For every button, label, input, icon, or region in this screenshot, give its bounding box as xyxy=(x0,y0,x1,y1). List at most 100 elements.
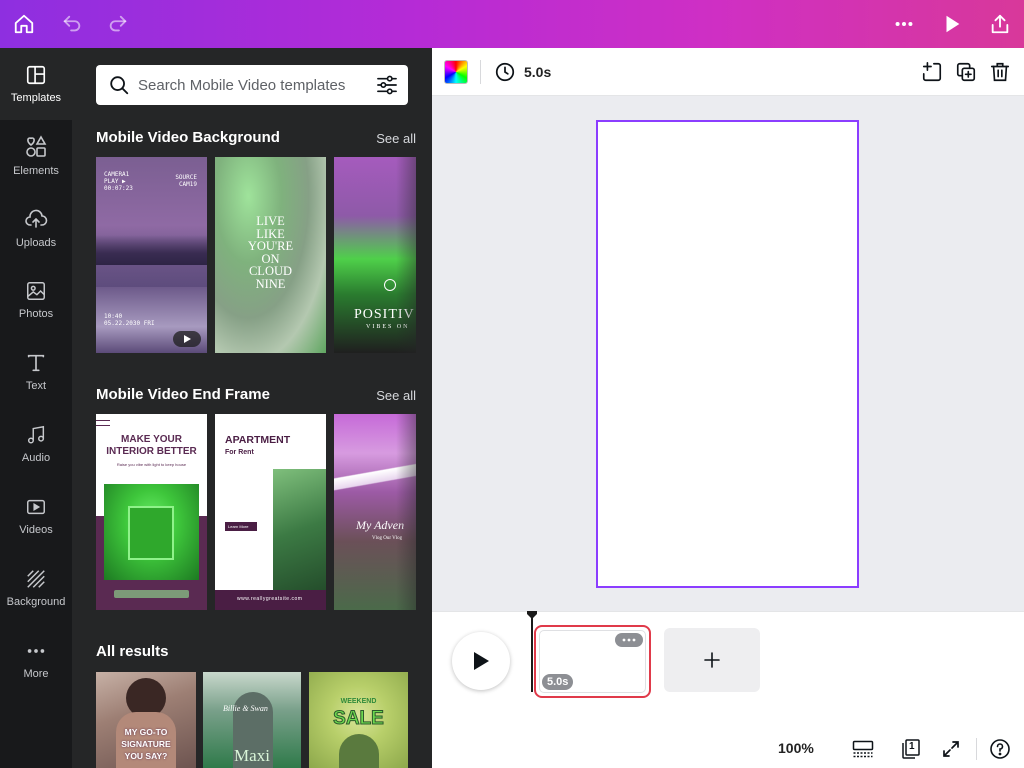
editor-toolbar: 5.0s xyxy=(432,48,1024,96)
rail-item-more[interactable]: More xyxy=(0,624,72,696)
see-all-end-frame-link[interactable]: See all xyxy=(376,388,416,403)
rail-item-templates[interactable]: Templates xyxy=(0,48,72,120)
duration-label: 5.0s xyxy=(524,64,552,80)
videos-icon xyxy=(27,499,45,515)
playhead[interactable] xyxy=(531,614,533,692)
rail-item-background[interactable]: Background xyxy=(0,552,72,624)
add-page-icon xyxy=(922,62,942,82)
wave-decor xyxy=(96,420,110,426)
more-icon xyxy=(27,649,45,653)
delete-page-button[interactable] xyxy=(986,58,1014,86)
present-button[interactable] xyxy=(932,4,972,44)
row-next-button[interactable] xyxy=(414,492,416,532)
fullscreen-button[interactable] xyxy=(938,736,964,762)
redo-icon xyxy=(109,15,127,32)
row-fade xyxy=(396,414,416,612)
section-title-end-frame: Mobile Video End Frame xyxy=(96,386,270,403)
template-row-background: CAMERA1 PLAY ▶ 00:07:23 SOURCE CAM19 10:… xyxy=(96,157,416,355)
rail-label: Videos xyxy=(19,524,53,536)
thumb-footer: www.reallygreatsite.com xyxy=(215,590,326,610)
result-thumb[interactable]: WEEKEND SALE xyxy=(309,672,408,768)
more-icon xyxy=(895,21,913,27)
add-clip-button[interactable] xyxy=(664,628,760,692)
thumb-caption: Raise you vibe with light to keep house xyxy=(116,462,187,467)
background-icon xyxy=(27,570,45,588)
elements-icon xyxy=(26,135,47,157)
template-thumb[interactable]: CAMERA1 PLAY ▶ 00:07:23 SOURCE CAM19 10:… xyxy=(96,157,207,353)
timeline-view-icon xyxy=(852,740,874,758)
duplicate-page-button[interactable] xyxy=(952,58,980,86)
rail-item-audio[interactable]: Audio xyxy=(0,408,72,480)
rail-label: Audio xyxy=(21,452,51,464)
result-thumb[interactable]: Billie & Swan Maxi xyxy=(203,672,301,768)
timeline-view-button[interactable] xyxy=(850,736,876,762)
template-thumb[interactable]: APARTMENT For Rent Learn More www.really… xyxy=(215,414,326,610)
thumb-caption: APARTMENT xyxy=(225,434,291,446)
uploads-icon xyxy=(25,209,48,228)
page-count-button[interactable]: 1 xyxy=(897,736,923,762)
plus-icon xyxy=(704,652,720,668)
person-shape xyxy=(339,734,379,768)
thumb-caption: Maxi xyxy=(234,746,270,765)
rail-label: Uploads xyxy=(15,237,57,249)
thumb-caption: www.reallygreatsite.com xyxy=(237,596,303,602)
undo-icon xyxy=(63,15,81,32)
play-button[interactable] xyxy=(452,632,510,690)
share-button[interactable] xyxy=(980,4,1020,44)
add-page-button[interactable] xyxy=(918,58,946,86)
rail-item-elements[interactable]: Elements xyxy=(0,120,72,192)
template-thumb[interactable]: LIVE LIKE YOU'RE ON CLOUD NINE xyxy=(215,157,326,353)
rail-label: Templates xyxy=(10,92,62,104)
zoom-level[interactable]: 100% xyxy=(778,740,814,756)
home-button[interactable] xyxy=(4,4,44,44)
thumb-caption: CAMERA1 PLAY ▶ 00:07:23 xyxy=(104,171,133,192)
search-input[interactable] xyxy=(138,73,366,97)
clip-duration-badge: 5.0s xyxy=(542,674,574,690)
duplicate-icon xyxy=(956,62,976,82)
thumb-caption: SALE xyxy=(333,708,385,730)
filter-icon[interactable] xyxy=(376,75,398,95)
thumb-caption: Learn More xyxy=(228,524,249,529)
thumb-button-shape xyxy=(114,590,189,598)
thumb-button-shape: Learn More xyxy=(225,522,257,531)
thumb-caption: 10:40 05.22.2030 FRI xyxy=(104,313,155,327)
play-icon xyxy=(184,335,191,343)
redo-button[interactable] xyxy=(98,4,138,44)
more-options-button[interactable] xyxy=(884,4,924,44)
trash-icon xyxy=(990,62,1010,82)
rail-item-videos[interactable]: Videos xyxy=(0,480,72,552)
row-next-button[interactable] xyxy=(414,235,416,275)
toolbar-divider xyxy=(480,60,481,84)
timeline-clip[interactable]: 5.0s xyxy=(534,625,651,698)
text-icon xyxy=(27,354,45,372)
thumb-caption: MAKE YOUR INTERIOR BETTER xyxy=(106,434,197,457)
thumb-caption: WEEKEND xyxy=(340,698,377,705)
see-all-background-link[interactable]: See all xyxy=(376,131,416,146)
timeline: 5.0s 100% 1 xyxy=(432,611,1024,768)
rail-item-text[interactable]: Text xyxy=(0,336,72,408)
section-title-background: Mobile Video Background xyxy=(96,129,280,146)
clip-more-button[interactable] xyxy=(615,633,643,647)
thumb-caption: MY GO-TO SIGNATURE YOU SAY? xyxy=(121,727,171,761)
share-icon xyxy=(991,14,1009,34)
help-button[interactable] xyxy=(987,736,1013,762)
logo-mark xyxy=(384,279,396,291)
background-color-picker[interactable] xyxy=(444,60,468,84)
templates-icon xyxy=(26,65,46,85)
template-thumb[interactable]: MAKE YOUR INTERIOR BETTER Raise you vibe… xyxy=(96,414,207,610)
thumb-caption: LIVE LIKE YOU'RE ON CLOUD NINE xyxy=(247,214,294,291)
photos-icon xyxy=(27,282,45,300)
undo-button[interactable] xyxy=(52,4,92,44)
duration-button[interactable]: 5.0s xyxy=(494,60,551,84)
rail-item-uploads[interactable]: Uploads xyxy=(0,192,72,264)
thumb-caption: SOURCE CAM19 xyxy=(175,174,197,188)
result-thumb[interactable]: MY GO-TO SIGNATURE YOU SAY? xyxy=(96,672,196,768)
home-icon xyxy=(14,14,34,34)
design-page[interactable] xyxy=(596,120,859,588)
section-title-all-results: All results xyxy=(96,643,169,660)
template-row-end-frame: MAKE YOUR INTERIOR BETTER Raise you vibe… xyxy=(96,414,416,612)
templates-panel: Mobile Video Background See all CAMERA1 … xyxy=(72,48,432,768)
rail-item-photos[interactable]: Photos xyxy=(0,264,72,336)
canvas-area xyxy=(432,96,1024,611)
page-count: 1 xyxy=(909,741,915,752)
